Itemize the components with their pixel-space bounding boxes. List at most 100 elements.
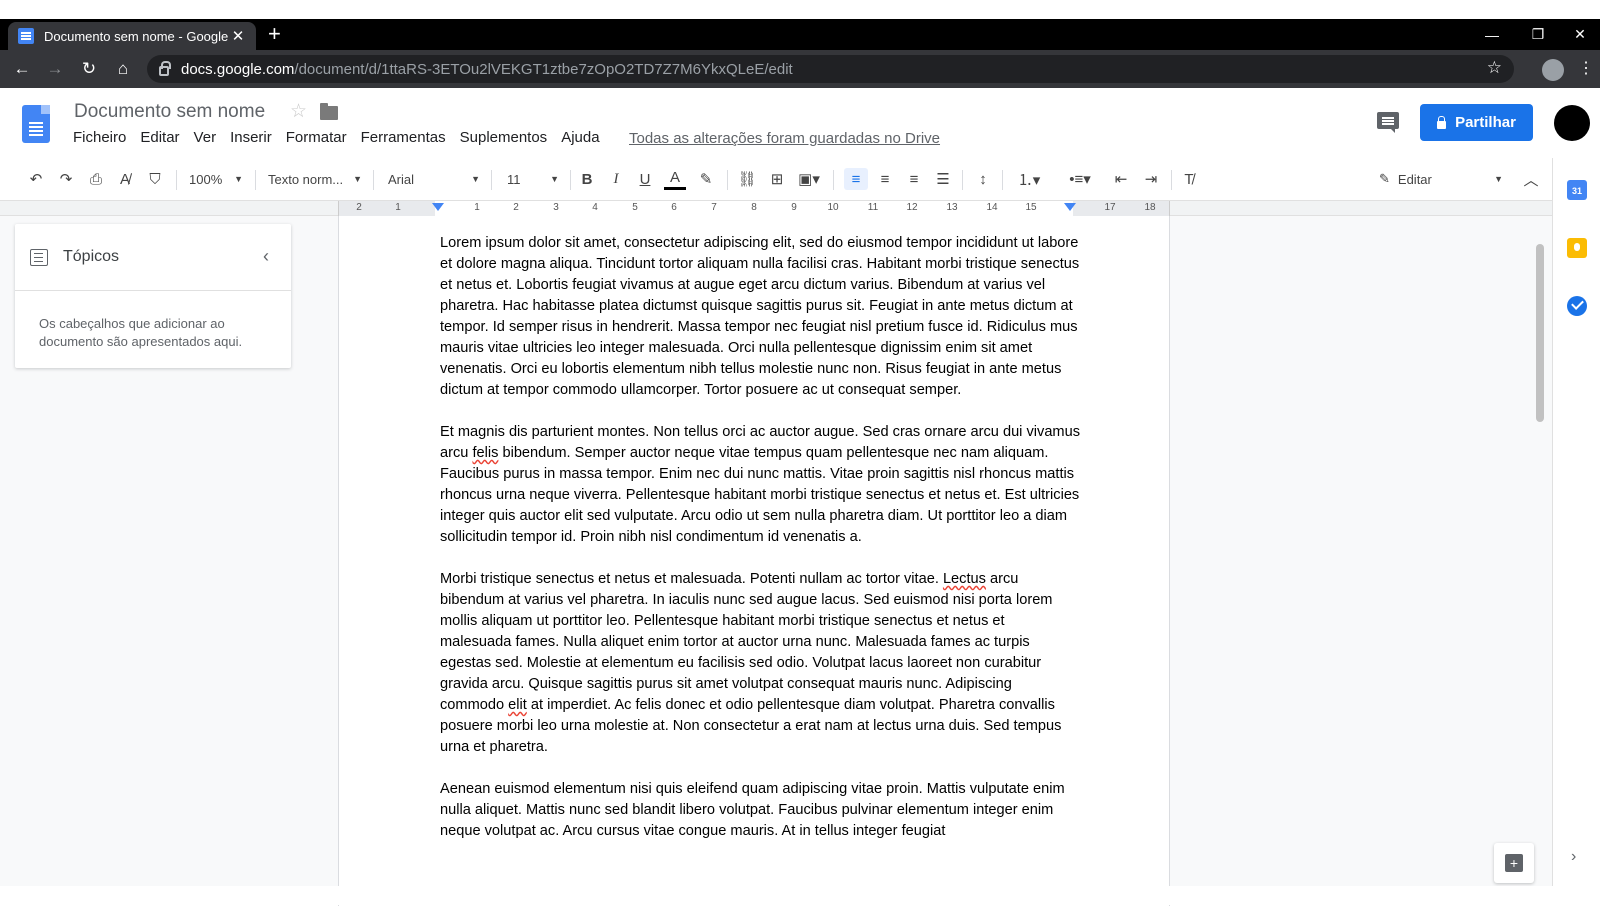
outline-title: Tópicos <box>63 248 120 265</box>
toolbar-divider <box>491 170 492 190</box>
align-center-icon[interactable]: ≡ <box>874 168 896 190</box>
reload-button[interactable]: ↻ <box>76 57 102 81</box>
link-icon[interactable]: ⛓ <box>736 168 758 190</box>
ruler-number: 1 <box>474 202 480 213</box>
document-title[interactable]: Documento sem nome <box>74 101 265 123</box>
keep-icon[interactable] <box>1567 238 1587 258</box>
italic-icon[interactable]: I <box>605 168 627 190</box>
browser-menu-icon[interactable]: ⋮ <box>1578 58 1594 78</box>
ruler-number: 12 <box>906 202 918 213</box>
spellcheck-icon[interactable]: A̸ <box>114 168 136 190</box>
account-avatar[interactable] <box>1554 105 1590 141</box>
ruler-number: 1 <box>395 202 401 213</box>
line-spacing-icon[interactable]: ↕ <box>972 168 994 190</box>
highlight-icon[interactable]: ✎ <box>695 168 717 190</box>
left-indent-marker[interactable] <box>432 203 444 211</box>
menu-suplementos[interactable]: Suplementos <box>453 129 555 146</box>
menu-ficheiro[interactable]: Ficheiro <box>66 129 133 146</box>
align-right-icon[interactable]: ≡ <box>903 168 925 190</box>
docs-favicon-icon <box>18 28 34 44</box>
ruler-number: 18 <box>1144 202 1156 213</box>
misspelled-word[interactable]: elit <box>508 697 527 713</box>
zoom-value: 100% <box>189 171 223 187</box>
vertical-scrollbar[interactable] <box>1536 244 1544 422</box>
save-status-link[interactable]: Todas as alterações foram guardadas no D… <box>629 130 940 147</box>
new-tab-button[interactable]: + <box>268 22 281 46</box>
redo-icon[interactable]: ↷ <box>55 168 77 190</box>
toolbar-divider <box>255 170 256 190</box>
decrease-indent-icon[interactable]: ⇤ <box>1110 168 1132 190</box>
tab-close-icon[interactable]: ✕ <box>230 27 246 45</box>
side-panel: 31 › <box>1552 158 1600 886</box>
numbered-list-icon[interactable]: ⒈▾ <box>1012 168 1046 190</box>
justify-icon[interactable]: ☰ <box>932 168 954 190</box>
comments-icon[interactable] <box>1377 112 1399 133</box>
bulleted-list-icon[interactable]: •≡▾ <box>1063 168 1097 190</box>
docs-logo-icon[interactable] <box>22 105 50 143</box>
ruler-left-margin <box>339 201 435 216</box>
menu-editar[interactable]: Editar <box>133 129 186 146</box>
clear-formatting-icon[interactable]: T̸ <box>1178 168 1200 190</box>
ruler-number: 15 <box>1025 202 1037 213</box>
back-button[interactable]: ← <box>9 57 35 81</box>
outline-icon <box>30 248 48 266</box>
font-size-select[interactable]: 11 ▼ <box>507 168 559 190</box>
style-select[interactable]: Texto norm... ▼ <box>268 168 362 190</box>
share-button[interactable]: Partilhar <box>1420 104 1533 141</box>
explore-button[interactable]: + <box>1494 843 1534 883</box>
outline-empty-text: Os cabeçalhos que adicionar ao documento… <box>39 316 243 349</box>
browser-tab[interactable]: Documento sem nome - Google ✕ <box>8 22 256 50</box>
menu-inserir[interactable]: Inserir <box>223 129 279 146</box>
paint-format-icon[interactable]: ⛉ <box>144 168 166 190</box>
increase-indent-icon[interactable]: ⇥ <box>1140 168 1162 190</box>
menu-ver[interactable]: Ver <box>187 129 224 146</box>
close-window-button[interactable]: ✕ <box>1560 19 1600 50</box>
minimize-button[interactable]: — <box>1469 19 1515 50</box>
misspelled-word[interactable]: felis <box>472 445 498 461</box>
print-icon[interactable]: ⎙ <box>85 168 107 190</box>
right-indent-marker[interactable] <box>1064 203 1076 211</box>
tab-title: Documento sem nome - Google <box>44 28 229 44</box>
home-button[interactable]: ⌂ <box>110 57 136 81</box>
ruler-number: 13 <box>946 202 958 213</box>
menu-ajuda[interactable]: Ajuda <box>554 129 606 146</box>
star-icon[interactable]: ☆ <box>290 100 307 123</box>
ruler-number: 11 <box>867 202 879 213</box>
toolbar-divider <box>373 170 374 190</box>
document-page[interactable]: Lorem ipsum dolor sit amet, consectetur … <box>338 216 1170 906</box>
restore-button[interactable]: ❐ <box>1515 19 1561 50</box>
browser-profile-avatar[interactable] <box>1542 59 1564 81</box>
pencil-icon: ✎ <box>1379 171 1390 186</box>
font-select[interactable]: Arial ▼ <box>388 168 480 190</box>
align-left-icon[interactable]: ≡ <box>844 168 868 190</box>
menu-ferramentas[interactable]: Ferramentas <box>354 129 453 146</box>
ruler-number: 2 <box>513 202 519 213</box>
editing-mode-select[interactable]: ✎ Editar ▼ <box>1379 168 1503 190</box>
underline-icon[interactable]: U <box>634 168 656 190</box>
calendar-icon[interactable]: 31 <box>1567 180 1587 200</box>
paragraph-3-text: at imperdiet. Ac felis donec et odio pel… <box>440 697 1062 755</box>
font-value: Arial <box>388 171 415 187</box>
collapse-menus-icon[interactable]: ︿ <box>1520 168 1542 190</box>
menu-formatar[interactable]: Formatar <box>279 129 354 146</box>
ruler[interactable]: 2 1 1 2 3 4 5 6 7 8 9 10 11 12 13 14 15 … <box>0 201 1552 216</box>
url-input[interactable]: docs.google.com/document/d/1ttaRS-3ETOu2… <box>147 55 1514 83</box>
forward-button[interactable]: → <box>42 57 68 81</box>
close-outline-icon[interactable]: ‹ <box>263 246 269 267</box>
expand-side-panel-icon[interactable]: › <box>1571 848 1576 866</box>
undo-icon[interactable]: ↶ <box>25 168 47 190</box>
bold-icon[interactable]: B <box>576 168 598 190</box>
ruler-number: 3 <box>553 202 559 213</box>
move-folder-icon[interactable] <box>320 103 338 120</box>
add-comment-icon[interactable]: ⊞ <box>766 168 788 190</box>
tasks-icon[interactable] <box>1567 296 1587 316</box>
paragraph-2-text: bibendum. Semper auctor neque vitae temp… <box>440 445 1080 545</box>
misspelled-word[interactable]: Lectus <box>943 571 986 587</box>
bookmark-star-icon[interactable]: ☆ <box>1487 58 1502 78</box>
document-outline-panel: Tópicos ‹ Os cabeçalhos que adicionar ao… <box>15 224 291 368</box>
url-host: docs.google.com <box>181 60 295 78</box>
document-body[interactable]: Lorem ipsum dolor sit amet, consectetur … <box>440 233 1080 863</box>
insert-image-icon[interactable]: ▣▾ <box>794 168 824 190</box>
zoom-select[interactable]: 100% ▼ <box>189 168 243 190</box>
text-color-icon[interactable]: A <box>664 168 686 190</box>
